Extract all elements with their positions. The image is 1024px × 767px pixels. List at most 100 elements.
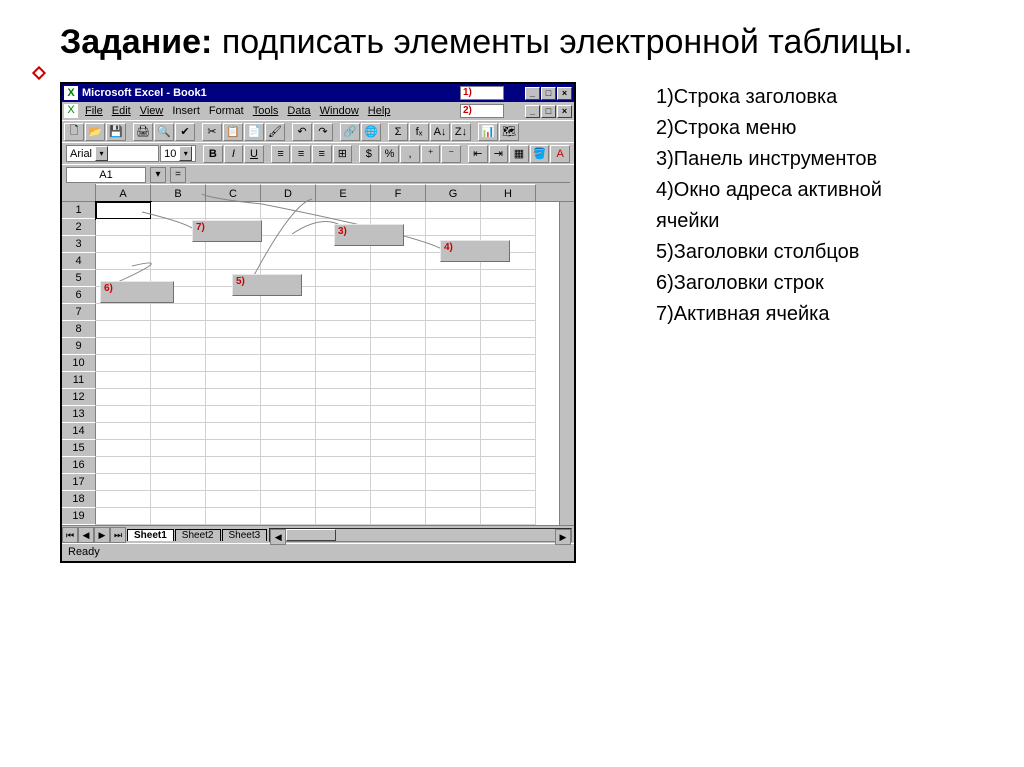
menu-edit[interactable]: Edit: [108, 103, 135, 119]
cell[interactable]: [481, 406, 536, 423]
menu-view[interactable]: View: [136, 103, 168, 119]
cell[interactable]: [261, 508, 316, 525]
cell[interactable]: [261, 202, 316, 219]
dec-dec-button[interactable]: ⁻: [441, 145, 461, 163]
cell[interactable]: [371, 389, 426, 406]
cell[interactable]: [316, 491, 371, 508]
sum-icon[interactable]: Σ: [388, 123, 408, 141]
cell[interactable]: [426, 474, 481, 491]
underline-button[interactable]: U: [244, 145, 264, 163]
tab-nav-last[interactable]: ⏭: [110, 527, 126, 543]
cell[interactable]: [96, 440, 151, 457]
select-all-corner[interactable]: [62, 184, 96, 201]
cell[interactable]: [316, 508, 371, 525]
fx-icon[interactable]: fₓ: [409, 123, 429, 141]
cell[interactable]: [371, 372, 426, 389]
cell[interactable]: [261, 372, 316, 389]
row-header[interactable]: 13: [62, 406, 96, 423]
cell[interactable]: [481, 321, 536, 338]
cell[interactable]: [261, 321, 316, 338]
cell[interactable]: [206, 508, 261, 525]
border-button[interactable]: ▦: [509, 145, 529, 163]
cell[interactable]: [206, 321, 261, 338]
copy-icon[interactable]: 📋: [223, 123, 243, 141]
cell[interactable]: [316, 287, 371, 304]
row-header[interactable]: 2: [62, 219, 96, 236]
menu-data[interactable]: Data: [283, 103, 314, 119]
row-header[interactable]: 8: [62, 321, 96, 338]
cell[interactable]: [316, 202, 371, 219]
row-header[interactable]: 3: [62, 236, 96, 253]
row-header[interactable]: 7: [62, 304, 96, 321]
cell[interactable]: [426, 287, 481, 304]
cell[interactable]: [96, 202, 151, 219]
cell[interactable]: [316, 474, 371, 491]
cell[interactable]: [371, 508, 426, 525]
cell[interactable]: [371, 457, 426, 474]
cell[interactable]: [371, 491, 426, 508]
comma-button[interactable]: ,: [400, 145, 420, 163]
cell[interactable]: [261, 440, 316, 457]
cell[interactable]: [206, 440, 261, 457]
cell[interactable]: [206, 474, 261, 491]
cell[interactable]: [96, 457, 151, 474]
cell[interactable]: [261, 219, 316, 236]
tab-nav-prev[interactable]: ◀: [78, 527, 94, 543]
cell[interactable]: [371, 423, 426, 440]
doc-minimize-button[interactable]: _: [525, 105, 540, 118]
cell[interactable]: [426, 457, 481, 474]
cell[interactable]: [426, 406, 481, 423]
cell[interactable]: [481, 270, 536, 287]
cell[interactable]: [151, 389, 206, 406]
cell[interactable]: [206, 304, 261, 321]
cell[interactable]: [426, 423, 481, 440]
cell[interactable]: [371, 202, 426, 219]
font-name-combo[interactable]: Arial ▾: [66, 145, 159, 162]
cell[interactable]: [371, 304, 426, 321]
cell[interactable]: [316, 355, 371, 372]
scroll-right-icon[interactable]: ▶: [555, 529, 571, 545]
menu-insert[interactable]: Insert: [168, 103, 204, 119]
cell[interactable]: [426, 270, 481, 287]
cell[interactable]: [426, 389, 481, 406]
cell[interactable]: [96, 508, 151, 525]
cell[interactable]: [96, 338, 151, 355]
undo-icon[interactable]: ↶: [292, 123, 312, 141]
cell[interactable]: [96, 423, 151, 440]
cell[interactable]: [316, 321, 371, 338]
cell[interactable]: [426, 355, 481, 372]
col-header-b[interactable]: B: [151, 184, 206, 201]
row-header[interactable]: 17: [62, 474, 96, 491]
cell[interactable]: [481, 491, 536, 508]
cell[interactable]: [371, 338, 426, 355]
merge-button[interactable]: ⊞: [333, 145, 353, 163]
dec-inc-button[interactable]: ⁺: [421, 145, 441, 163]
minimize-button[interactable]: _: [525, 87, 540, 100]
cell[interactable]: [316, 406, 371, 423]
cell[interactable]: [371, 355, 426, 372]
align-center-button[interactable]: ≡: [291, 145, 311, 163]
cell[interactable]: [96, 355, 151, 372]
cell[interactable]: [151, 406, 206, 423]
row-header[interactable]: 18: [62, 491, 96, 508]
cell[interactable]: [206, 389, 261, 406]
row-header[interactable]: 16: [62, 457, 96, 474]
cell[interactable]: [206, 253, 261, 270]
menu-tools[interactable]: Tools: [249, 103, 283, 119]
align-left-button[interactable]: ≡: [271, 145, 291, 163]
cell[interactable]: [316, 304, 371, 321]
cell[interactable]: [151, 474, 206, 491]
chart-icon[interactable]: 📊: [478, 123, 498, 141]
cell[interactable]: [426, 338, 481, 355]
cell[interactable]: [316, 457, 371, 474]
scroll-left-icon[interactable]: ◀: [270, 529, 286, 545]
cell[interactable]: [481, 202, 536, 219]
fill-color-button[interactable]: 🪣: [530, 145, 550, 163]
paste-icon[interactable]: 📄: [244, 123, 264, 141]
cell[interactable]: [151, 508, 206, 525]
row-header[interactable]: 4: [62, 253, 96, 270]
cell[interactable]: [261, 355, 316, 372]
print-icon[interactable]: 🖨: [133, 123, 153, 141]
doc-close-button[interactable]: ×: [557, 105, 572, 118]
cell[interactable]: [481, 219, 536, 236]
